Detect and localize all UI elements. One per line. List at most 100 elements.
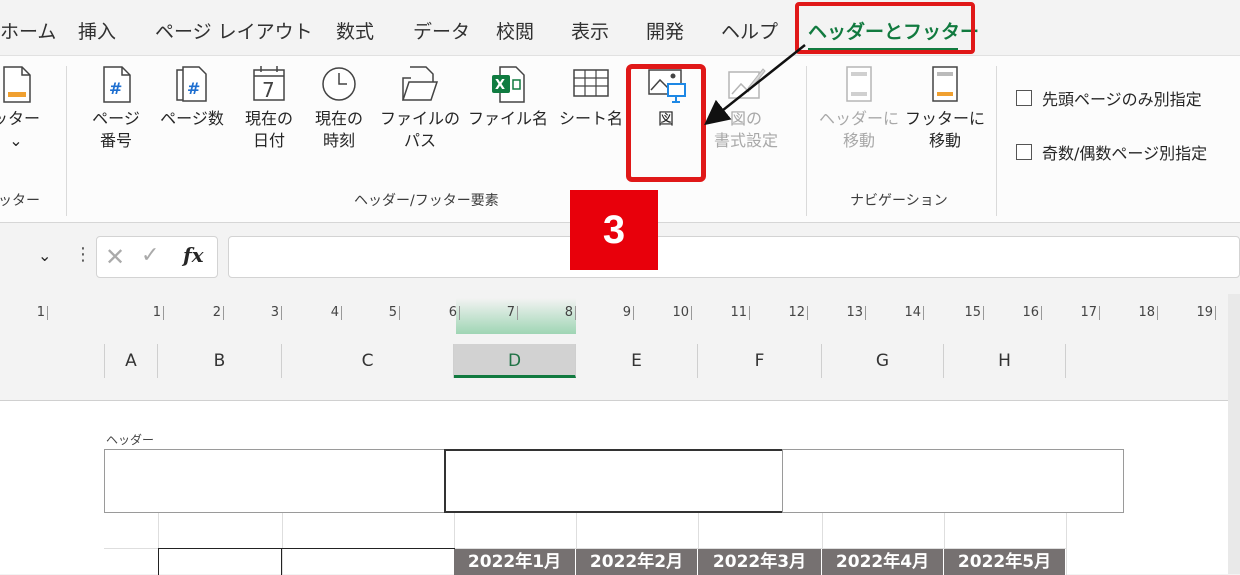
column-header-c[interactable]: C xyxy=(282,344,454,378)
header-center-section[interactable] xyxy=(444,449,784,513)
file-name-button[interactable]: X ファイル名 xyxy=(466,64,550,130)
current-time-button[interactable]: 現在の 時刻 xyxy=(308,64,370,152)
ruler-tick: 14 xyxy=(896,306,924,320)
file-path-label-1: ファイルの xyxy=(380,109,461,128)
ruler-tick: 1 xyxy=(24,306,48,320)
ruler-tick: 9 xyxy=(610,306,634,320)
navigation-group-label: ナビゲーション xyxy=(850,193,948,209)
tab-page-layout[interactable]: ページ レイアウト xyxy=(155,17,313,44)
group-separator xyxy=(66,66,67,216)
footer-button-label: ッター xyxy=(0,109,40,128)
page-number-icon: # xyxy=(103,66,131,103)
goto-header-button[interactable]: ヘッダーに 移動 xyxy=(816,64,902,152)
month-header-cell[interactable]: 2022年1月 xyxy=(454,549,576,575)
formula-tools: ✕ ✓ fx xyxy=(96,236,218,278)
different-odd-even-checkbox[interactable]: 奇数/偶数ページ別指定 xyxy=(1016,140,1207,164)
elements-group-label: ヘッダー/フッター要素 xyxy=(354,193,499,209)
tab-home[interactable]: ホーム xyxy=(0,17,56,44)
header-area-label: ヘッダー xyxy=(106,433,155,447)
different-odd-even-label: 奇数/偶数ページ別指定 xyxy=(1042,144,1208,163)
sheet-name-button[interactable]: シート名 xyxy=(554,64,628,130)
goto-header-label-1: ヘッダーに xyxy=(818,109,899,128)
page-count-label: ページ数 xyxy=(160,109,224,128)
column-header-h[interactable]: H xyxy=(944,344,1066,378)
svg-text:X: X xyxy=(495,78,505,93)
goto-footer-label-2: 移動 xyxy=(928,131,961,150)
tab-data[interactable]: データ xyxy=(413,17,470,44)
header-right-section[interactable] xyxy=(782,449,1124,513)
ruler-tick: 15 xyxy=(956,306,984,320)
current-date-label-2: 日付 xyxy=(252,131,285,150)
tab-formulas[interactable]: 数式 xyxy=(336,17,374,44)
footer-page-icon xyxy=(932,66,958,102)
step-badge: 3 xyxy=(570,190,658,270)
svg-text:#: # xyxy=(109,79,122,98)
group-separator xyxy=(996,66,997,216)
ruler-tick: 3 xyxy=(258,306,282,320)
table-cell-c[interactable] xyxy=(281,548,455,575)
column-headers: A B C D E F G H xyxy=(0,340,1240,380)
insert-function-button[interactable]: fx xyxy=(183,243,204,267)
table-cell-b[interactable] xyxy=(158,548,282,575)
vertical-scrollbar[interactable] xyxy=(1228,294,1240,574)
tab-developer[interactable]: 開発 xyxy=(646,17,684,44)
ruler-tick: 5 xyxy=(376,306,400,320)
ruler-tick: 1 xyxy=(140,306,164,320)
header-left-section[interactable] xyxy=(104,449,446,513)
footer-page-icon xyxy=(3,66,31,103)
month-header-cell[interactable]: 2022年5月 xyxy=(944,549,1066,575)
tab-view[interactable]: 表示 xyxy=(571,17,609,44)
name-box-dropdown-icon[interactable]: ⌄ xyxy=(38,246,51,265)
month-header-cell[interactable]: 2022年4月 xyxy=(822,549,944,575)
column-header-f[interactable]: F xyxy=(698,344,822,378)
header-page-icon xyxy=(846,66,872,102)
goto-footer-label-1: フッターに xyxy=(904,109,985,128)
different-first-page-label: 先頭ページのみ別指定 xyxy=(1042,90,1202,109)
ruler-tick: 4 xyxy=(318,306,342,320)
ribbon-tab-bar: ホーム 挿入 ページ レイアウト 数式 データ 校閲 表示 開発 ヘルプ ヘッダ… xyxy=(0,0,1240,56)
tab-review[interactable]: 校閲 xyxy=(496,17,534,44)
month-header-cell[interactable]: 2022年2月 xyxy=(576,549,698,575)
ruler-tick: 2 xyxy=(200,306,224,320)
sheet-grid-icon xyxy=(573,69,609,97)
page-number-label-1: ページ xyxy=(92,109,140,128)
column-header-d[interactable]: D xyxy=(454,344,576,378)
file-name-label: ファイル名 xyxy=(467,109,548,128)
tab-insert[interactable]: 挿入 xyxy=(78,17,116,44)
ruler-tick: 12 xyxy=(780,306,808,320)
pointer-arrow xyxy=(704,44,806,126)
column-header-e[interactable]: E xyxy=(576,344,698,378)
current-time-label-1: 現在の xyxy=(314,109,363,128)
column-header-b[interactable]: B xyxy=(158,344,282,378)
ruler-tick: 6 xyxy=(436,306,460,320)
enter-icon[interactable]: ✓ xyxy=(141,243,159,268)
more-options-icon[interactable]: ⋮ xyxy=(74,244,92,265)
goto-footer-button[interactable]: フッターに 移動 xyxy=(902,64,988,152)
page-count-button[interactable]: # ページ数 xyxy=(154,64,230,130)
current-date-label-1: 現在の xyxy=(244,109,293,128)
excel-file-icon: X xyxy=(492,66,525,103)
ruler-tick: 19 xyxy=(1188,306,1216,320)
ruler-tick: 13 xyxy=(838,306,866,320)
ruler-tick: 18 xyxy=(1130,306,1158,320)
clock-icon xyxy=(322,67,356,101)
column-header-g[interactable]: G xyxy=(822,344,944,378)
page-number-button[interactable]: # ページ 番号 xyxy=(86,64,146,152)
file-path-label-2: パス xyxy=(403,131,436,150)
checkbox-box[interactable] xyxy=(1016,90,1032,106)
ruler-tick: 16 xyxy=(1014,306,1042,320)
ruler-tick: 8 xyxy=(552,306,576,320)
page-layout-sheet: ヘッダー 2022年1月 2022年2月 2022年3月 2022年4月 202… xyxy=(0,400,1228,575)
cancel-icon[interactable]: ✕ xyxy=(105,243,125,271)
column-header-a[interactable]: A xyxy=(104,344,158,378)
current-date-button[interactable]: 7 現在の 日付 xyxy=(238,64,300,152)
ruler-tick: 17 xyxy=(1072,306,1100,320)
formula-input[interactable] xyxy=(228,236,1240,278)
page-number-label-2: 番号 xyxy=(99,131,132,150)
month-header-cell[interactable]: 2022年3月 xyxy=(698,549,822,575)
checkbox-box[interactable] xyxy=(1016,144,1032,160)
file-path-button[interactable]: ファイルの パス xyxy=(380,64,460,152)
tab-highlight-frame xyxy=(795,2,975,54)
different-first-page-checkbox[interactable]: 先頭ページのみ別指定 xyxy=(1016,86,1202,110)
footer-button[interactable]: ッター ⌄ xyxy=(0,64,46,152)
